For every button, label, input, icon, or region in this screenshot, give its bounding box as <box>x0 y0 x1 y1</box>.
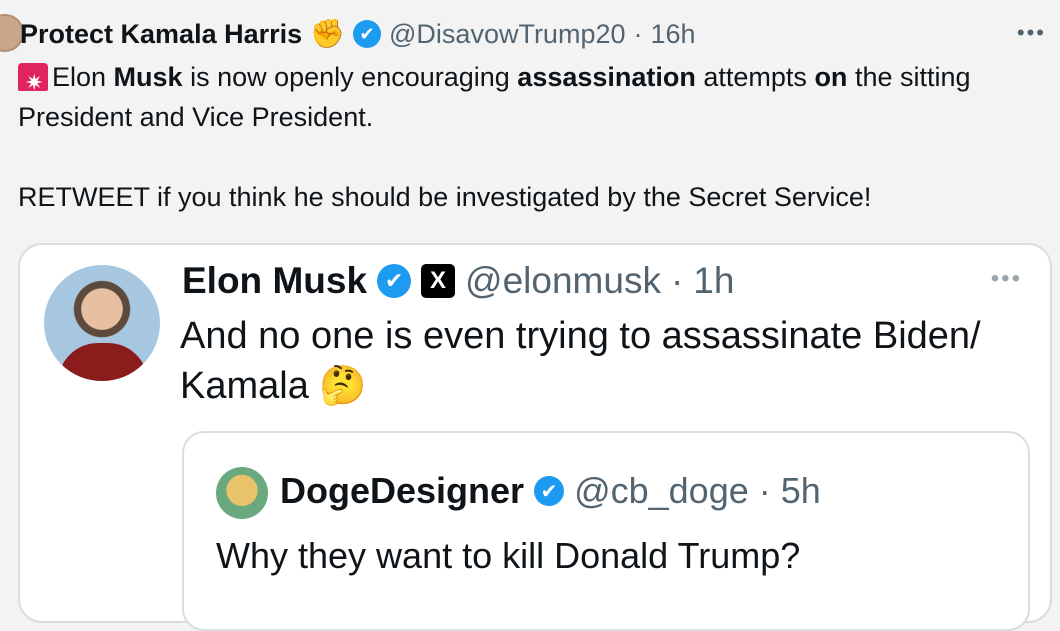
siren-emoji-icon <box>18 63 48 103</box>
thinking-face-emoji-icon: 🤔 <box>319 365 367 407</box>
author-handle[interactable]: @DisavowTrump20 <box>389 19 625 50</box>
tweet-text-seg5: attempts <box>695 62 815 92</box>
quoted-author-display-name[interactable]: Elon Musk <box>182 260 367 302</box>
quoted-tweet-timestamp[interactable]: 1h <box>693 260 734 302</box>
quoted-author-handle[interactable]: @elonmusk <box>465 260 661 302</box>
tweet-text-seg3: is now openly encouraging <box>182 62 518 92</box>
nested-tweet-text: Why they want to kill Donald Trump? <box>216 535 801 576</box>
quoted-author-avatar[interactable] <box>44 265 160 381</box>
nested-tweet-header: DogeDesigner ✔ @cb_doge · 5h <box>280 463 821 519</box>
tweet-text-seg1: Elon <box>52 62 114 92</box>
verified-badge-icon[interactable]: ✔ <box>534 476 565 506</box>
tweet-text-seg4: assassination <box>517 62 696 92</box>
verified-badge-icon[interactable]: ✔ <box>353 20 382 48</box>
nested-tweet-timestamp[interactable]: 5h <box>781 470 821 512</box>
author-display-name[interactable]: Protect Kamala Harris <box>20 19 302 50</box>
tweet-text-seg6: on <box>814 62 848 92</box>
verified-badge-icon[interactable]: ✔ <box>377 264 412 298</box>
quoted-tweet-text: And no one is even trying to assassinate… <box>180 315 981 407</box>
more-options-icon[interactable]: ••• <box>1017 20 1046 46</box>
tweet-body: Elon Musk is now openly encouraging assa… <box>18 57 1033 217</box>
separator-dot: · <box>633 18 643 49</box>
quoted-tweet-body: And no one is even trying to assassinate… <box>180 311 1040 411</box>
nested-author-handle[interactable]: @cb_doge <box>574 470 749 512</box>
more-options-icon[interactable]: ••• <box>991 265 1022 293</box>
tweet-text-seg2: Musk <box>113 62 183 92</box>
x-logo-badge-icon: X <box>421 264 456 298</box>
tweet-header: Protect Kamala Harris ✊ ✔ @DisavowTrump2… <box>20 14 1040 54</box>
raised-fist-emoji-icon: ✊ <box>310 18 346 49</box>
nested-author-avatar[interactable] <box>216 467 268 519</box>
separator-dot: · <box>758 470 771 511</box>
quoted-tweet-header: Elon Musk ✔ X @elonmusk · 1h <box>182 259 734 303</box>
tweet-timestamp[interactable]: 16h <box>651 19 696 50</box>
quoted-tweet-card[interactable]: Elon Musk ✔ X @elonmusk · 1h ••• And no … <box>18 243 1052 631</box>
tweet-text-line2: RETWEET if you think he should be invest… <box>18 182 872 212</box>
nested-author-display-name[interactable]: DogeDesigner <box>280 470 524 512</box>
separator-dot: · <box>670 260 684 301</box>
nested-quoted-tweet-card[interactable]: DogeDesigner ✔ @cb_doge · 5h Why they wa… <box>182 431 1030 631</box>
